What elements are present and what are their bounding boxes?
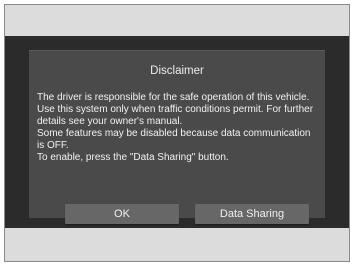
disclaimer-dialog: Disclaimer The driver is responsible for…	[29, 50, 325, 224]
dialog-title: Disclaimer	[150, 65, 204, 77]
top-bezel	[5, 5, 349, 36]
display-frame: Disclaimer The driver is responsible for…	[4, 4, 350, 262]
data-sharing-button[interactable]: Data Sharing	[195, 204, 309, 224]
dialog-message: The driver is responsible for the safe o…	[37, 92, 314, 163]
screen: Disclaimer The driver is responsible for…	[5, 36, 349, 228]
bottom-bezel	[5, 228, 349, 261]
ok-button[interactable]: OK	[65, 204, 179, 224]
